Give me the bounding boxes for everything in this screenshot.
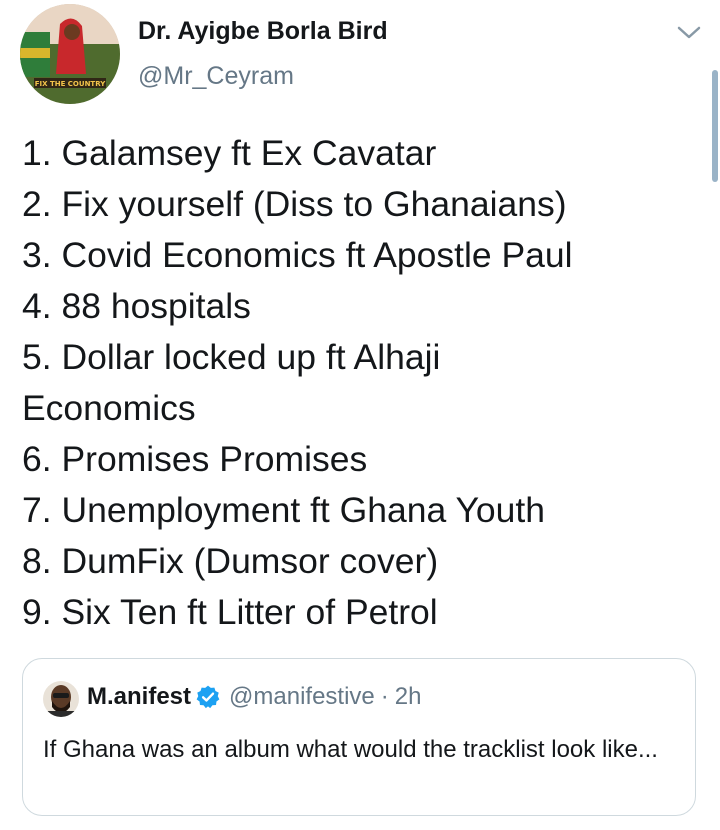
quoted-tweet-separator: · xyxy=(380,683,389,710)
tweet-line: 6. Promises Promises xyxy=(22,439,368,479)
scrollbar-thumb[interactable] xyxy=(712,70,718,182)
quoted-tweet-card[interactable]: M.anifest @manifestive · 2h If Ghana was… xyxy=(22,658,696,816)
svg-text:FIX THE COUNTRY: FIX THE COUNTRY xyxy=(35,80,106,88)
chevron-down-icon[interactable] xyxy=(674,22,704,44)
author-handle[interactable]: @Mr_Ceyram xyxy=(138,62,294,91)
quoted-author-name[interactable]: M.anifest xyxy=(87,683,191,711)
tweet-line: 8. DumFix (Dumsor cover) xyxy=(22,541,439,581)
quoted-tweet-timestamp[interactable]: 2h xyxy=(395,683,422,711)
quoted-author-avatar[interactable] xyxy=(43,681,79,717)
verified-badge-icon xyxy=(195,684,221,710)
quoted-tweet-header: M.anifest @manifestive · 2h xyxy=(87,683,421,711)
tweet-line: 1. Galamsey ft Ex Cavatar xyxy=(22,133,437,173)
quoted-author-handle[interactable]: @manifestive xyxy=(229,683,375,711)
tweet-line: 3. Covid Economics ft Apostle Paul xyxy=(22,235,573,275)
author-avatar[interactable]: FIX THE COUNTRY xyxy=(20,4,120,104)
tweet-line: 5. Dollar locked up ft Alhaji xyxy=(22,337,441,377)
tweet-text: 1. Galamsey ft Ex Cavatar 2. Fix yoursel… xyxy=(22,128,702,638)
tweet-line: 9. Six Ten ft Litter of Petrol xyxy=(22,592,438,632)
author-display-name[interactable]: Dr. Ayigbe Borla Bird xyxy=(138,17,388,46)
tweet-line: Economics xyxy=(22,388,196,428)
tweet: FIX THE COUNTRY Dr. Ayigbe Borla Bird @M… xyxy=(0,0,720,830)
quoted-tweet-text: If Ghana was an album what would the tra… xyxy=(43,736,658,763)
tweet-line: 4. 88 hospitals xyxy=(22,286,251,326)
tweet-line: 7. Unemployment ft Ghana Youth xyxy=(22,490,545,530)
tweet-line: 2. Fix yourself (Diss to Ghanaians) xyxy=(22,184,567,224)
